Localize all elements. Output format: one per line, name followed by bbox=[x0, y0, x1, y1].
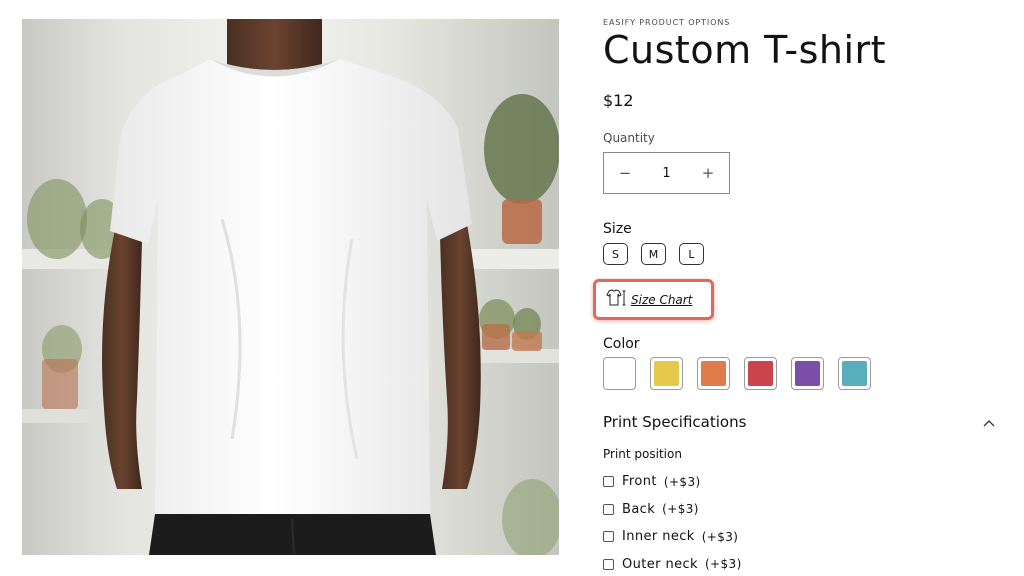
swatch-fill bbox=[842, 361, 867, 386]
color-swatch-white[interactable] bbox=[603, 357, 636, 390]
quantity-stepper: − + bbox=[603, 152, 730, 194]
option-name: Front bbox=[622, 474, 657, 490]
color-swatches bbox=[603, 357, 871, 390]
size-chart-link[interactable]: Size Chart bbox=[593, 279, 714, 320]
print-option-back[interactable]: Back (+$3) bbox=[603, 496, 742, 524]
checkbox[interactable] bbox=[603, 558, 614, 570]
size-option-l[interactable]: L bbox=[679, 243, 704, 265]
quantity-input[interactable] bbox=[646, 153, 687, 193]
chevron-up-icon bbox=[983, 412, 995, 431]
print-specifications-title: Print Specifications bbox=[603, 412, 747, 431]
tshirt-ruler-icon bbox=[604, 288, 626, 311]
swatch-fill bbox=[795, 361, 820, 386]
product-image[interactable] bbox=[22, 19, 559, 555]
size-options: S M L bbox=[603, 243, 704, 265]
size-option-s[interactable]: S bbox=[603, 243, 628, 265]
option-price: (+$3) bbox=[662, 502, 699, 517]
print-option-outer-neck[interactable]: Outer neck (+$3) bbox=[603, 551, 742, 576]
product-info: EASIFY PRODUCT OPTIONS Custom T-shirt $1… bbox=[593, 0, 1003, 576]
swatch-fill bbox=[607, 361, 632, 386]
color-swatch-orange[interactable] bbox=[697, 357, 730, 390]
swatch-fill bbox=[748, 361, 773, 386]
print-option-front[interactable]: Front (+$3) bbox=[603, 468, 742, 496]
color-swatch-teal[interactable] bbox=[838, 357, 871, 390]
option-price: (+$3) bbox=[663, 474, 701, 489]
color-swatch-red[interactable] bbox=[744, 357, 777, 390]
color-swatch-yellow[interactable] bbox=[650, 357, 683, 390]
size-option-m[interactable]: M bbox=[641, 243, 666, 265]
print-specifications-toggle[interactable]: Print Specifications bbox=[603, 412, 995, 431]
print-position-options: Front (+$3) Back (+$3) Inner neck (+$3) … bbox=[603, 468, 742, 576]
option-name: Inner neck bbox=[622, 529, 695, 545]
checkbox[interactable] bbox=[603, 476, 614, 488]
quantity-label: Quantity bbox=[603, 131, 655, 145]
option-name: Outer neck bbox=[622, 556, 698, 572]
vendor-label: EASIFY PRODUCT OPTIONS bbox=[603, 18, 731, 27]
swatch-fill bbox=[701, 361, 726, 386]
size-label: Size bbox=[603, 221, 632, 237]
product-price: $12 bbox=[603, 91, 634, 110]
print-position-label: Print position bbox=[603, 447, 682, 461]
quantity-decrease-button[interactable]: − bbox=[604, 153, 646, 193]
checkbox[interactable] bbox=[603, 531, 614, 543]
color-label: Color bbox=[603, 336, 640, 352]
print-option-inner-neck[interactable]: Inner neck (+$3) bbox=[603, 523, 742, 551]
option-price: (+$3) bbox=[704, 557, 742, 572]
tshirt-model-photo bbox=[22, 19, 559, 555]
checkbox[interactable] bbox=[603, 503, 614, 515]
size-chart-label[interactable]: Size Chart bbox=[631, 293, 692, 307]
color-swatch-purple[interactable] bbox=[791, 357, 824, 390]
product-title: Custom T-shirt bbox=[603, 28, 887, 72]
quantity-increase-button[interactable]: + bbox=[687, 153, 729, 193]
swatch-fill bbox=[654, 361, 679, 386]
option-name: Back bbox=[622, 501, 656, 517]
option-price: (+$3) bbox=[701, 529, 739, 544]
